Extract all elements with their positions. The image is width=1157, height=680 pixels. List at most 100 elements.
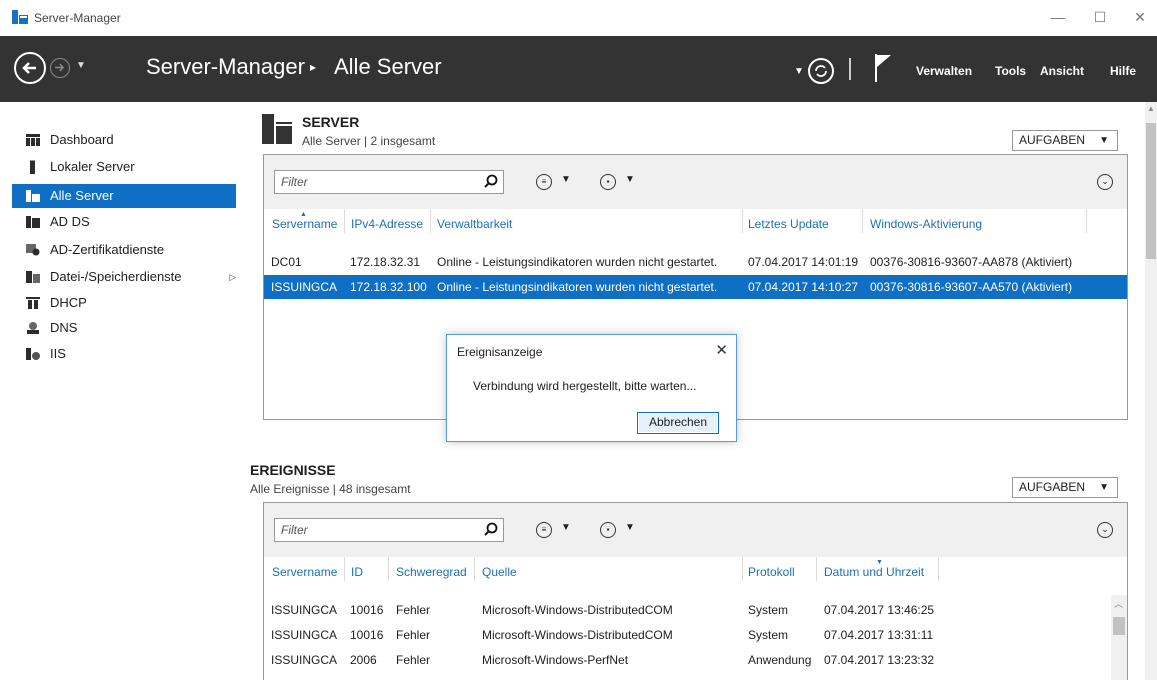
chevron-down-icon: ▼ [1099, 135, 1109, 146]
expand-chevron-icon[interactable]: ⌄ [1097, 174, 1113, 190]
server-section-subtitle: Alle Server | 2 insgesamt [302, 134, 436, 148]
menu-hilfe[interactable]: Hilfe [1110, 64, 1136, 78]
server-section-title: SERVER [302, 114, 360, 130]
save-query-icon[interactable]: ▪ [600, 522, 616, 538]
scroll-up-icon[interactable]: ︿ [1114, 597, 1123, 610]
table-row[interactable]: DC01 172.18.32.31 Online - Leistungsindi… [264, 250, 1127, 274]
events-section-title: EREIGNISSE [250, 462, 336, 478]
menu-verwalten[interactable]: Verwalten [916, 64, 972, 78]
sidebar-item-lokaler-server[interactable]: Lokaler Server [12, 155, 236, 179]
column-divider[interactable] [862, 209, 863, 233]
cancel-button[interactable]: Abbrechen [637, 412, 719, 434]
col-letztes-update[interactable]: Letztes Update [748, 217, 829, 231]
header-divider [849, 58, 851, 80]
history-dropdown-icon[interactable]: ▼ [76, 60, 90, 74]
scroll-up-icon[interactable]: ▲ [1147, 104, 1155, 113]
sidebar-item-label: AD-Zertifikatdienste [50, 242, 165, 257]
back-button[interactable] [14, 52, 46, 84]
event-viewer-dialog: Ereignisanzeige ✕ Verbindung wird herges… [446, 334, 737, 442]
dhcp-icon [26, 297, 40, 309]
cell-schweregrad: Fehler [396, 603, 431, 617]
chevron-down-icon[interactable]: ▼ [625, 522, 635, 533]
col-verwaltbarkeit[interactable]: Verwaltbarkeit [437, 217, 512, 231]
column-divider[interactable] [1086, 209, 1087, 233]
cell-datum: 07.04.2017 13:31:11 [824, 628, 934, 642]
cell-verwaltbarkeit: Online - Leistungsindikatoren wurden nic… [437, 255, 718, 269]
column-divider[interactable] [388, 557, 389, 581]
cell-quelle: Microsoft-Windows-PerfNet [482, 653, 629, 667]
events-tasks-button[interactable]: AUFGABEN ▼ [1012, 477, 1118, 498]
submenu-arrow-icon[interactable]: ▷ [229, 265, 236, 289]
col-servername[interactable]: Servername [272, 217, 337, 231]
table-row[interactable]: ISSUINGCA 10016 Fehler Microsoft-Windows… [264, 598, 1127, 622]
cell-datum: 07.04.2017 13:23:32 [824, 653, 935, 667]
sidebar-item-iis[interactable]: IIS [12, 342, 236, 366]
column-divider[interactable] [816, 557, 817, 581]
main-scroll-thumb[interactable] [1146, 123, 1156, 259]
sidebar-item-label: Dashboard [50, 132, 114, 147]
list-options-icon[interactable]: ≡ [536, 522, 552, 538]
refresh-button[interactable] [808, 58, 834, 84]
minimize-button[interactable]: — [1044, 6, 1072, 28]
arrow-right-icon [55, 63, 64, 72]
col-id[interactable]: ID [351, 565, 363, 579]
close-window-button[interactable]: ✕ [1126, 6, 1154, 28]
server-filter-input[interactable]: Filter [274, 170, 504, 194]
sidebar-item-dashboard[interactable]: Dashboard [12, 128, 236, 152]
cell-letztes-update: 07.04.2017 14:10:27 [748, 280, 859, 294]
col-windows-aktivierung[interactable]: Windows-Aktivierung [870, 217, 982, 231]
events-table-panel: Filter ≡ ▼ ▪ ▼ ⌄ Servername ID Schweregr… [263, 502, 1128, 680]
dialog-close-button[interactable]: ✕ [715, 341, 728, 359]
forward-button[interactable] [50, 58, 70, 78]
expand-chevron-icon[interactable]: ⌄ [1097, 522, 1113, 538]
col-quelle[interactable]: Quelle [482, 565, 517, 579]
column-divider[interactable] [938, 557, 939, 581]
sidebar-item-ad-ds[interactable]: AD DS [12, 210, 236, 234]
search-icon[interactable] [484, 174, 498, 188]
events-filter-input[interactable]: Filter [274, 518, 504, 542]
events-section-subtitle: Alle Ereignisse | 48 insgesamt [250, 482, 411, 496]
search-icon[interactable] [484, 522, 498, 536]
server-tasks-button[interactable]: AUFGABEN ▼ [1012, 130, 1118, 151]
sidebar-item-datei-speicherdienste[interactable]: Datei-/Speicherdienste ▷ [12, 265, 236, 289]
column-divider[interactable] [430, 209, 431, 233]
sidebar-item-label: Datei-/Speicherdienste [50, 269, 182, 284]
cell-verwaltbarkeit: Online - Leistungsindikatoren wurden nic… [437, 280, 718, 294]
sidebar-item-alle-server[interactable]: Alle Server [12, 184, 236, 208]
column-divider[interactable] [742, 209, 743, 233]
sidebar-item-dhcp[interactable]: DHCP [12, 291, 236, 315]
save-query-icon[interactable]: ▪ [600, 174, 616, 190]
chevron-down-icon[interactable]: ▼ [561, 174, 571, 185]
table-row[interactable]: ISSUINGCA 10016 Fehler Microsoft-Windows… [264, 623, 1127, 647]
servers-section-icon [262, 114, 292, 144]
menu-ansicht[interactable]: Ansicht [1040, 64, 1084, 78]
table-row[interactable]: ISSUINGCA 2006 Fehler Microsoft-Windows-… [264, 648, 1127, 672]
column-divider[interactable] [742, 557, 743, 581]
refresh-dropdown-icon[interactable]: ▼ [794, 66, 804, 77]
col-schweregrad[interactable]: Schweregrad [396, 565, 467, 579]
col-ipv4[interactable]: IPv4-Adresse [351, 217, 423, 231]
sidebar-item-ad-zertifikatdienste[interactable]: AD-Zertifikatdienste [12, 238, 236, 262]
cell-servername: ISSUINGCA [271, 628, 338, 642]
column-divider[interactable] [344, 209, 345, 233]
menu-tools[interactable]: Tools [995, 64, 1026, 78]
sidebar-item-dns[interactable]: DNS [12, 316, 236, 340]
cell-windows-aktivierung: 00376-30816-93607-AA878 (Aktiviert) [870, 255, 1073, 269]
table-row-selected[interactable]: ISSUINGCA 172.18.32.100 Online - Leistun… [264, 275, 1127, 299]
list-options-icon[interactable]: ≡ [536, 174, 552, 190]
dialog-title: Ereignisanzeige [457, 345, 543, 359]
col-datum-und-uhrzeit[interactable]: Datum und Uhrzeit [824, 565, 924, 579]
column-divider[interactable] [344, 557, 345, 581]
notifications-flag-icon[interactable] [874, 54, 892, 82]
col-protokoll[interactable]: Protokoll [748, 565, 795, 579]
column-divider[interactable] [474, 557, 475, 581]
sidebar-item-label: IIS [50, 346, 66, 361]
cell-schweregrad: Fehler [396, 628, 431, 642]
server-icon [30, 160, 35, 174]
col-servername[interactable]: Servername [272, 565, 337, 579]
events-scroll-thumb[interactable] [1113, 617, 1125, 635]
chevron-down-icon[interactable]: ▼ [561, 522, 571, 533]
chevron-down-icon[interactable]: ▼ [625, 174, 635, 185]
sidebar-item-label: DNS [50, 320, 78, 335]
maximize-button[interactable]: ☐ [1086, 6, 1114, 28]
